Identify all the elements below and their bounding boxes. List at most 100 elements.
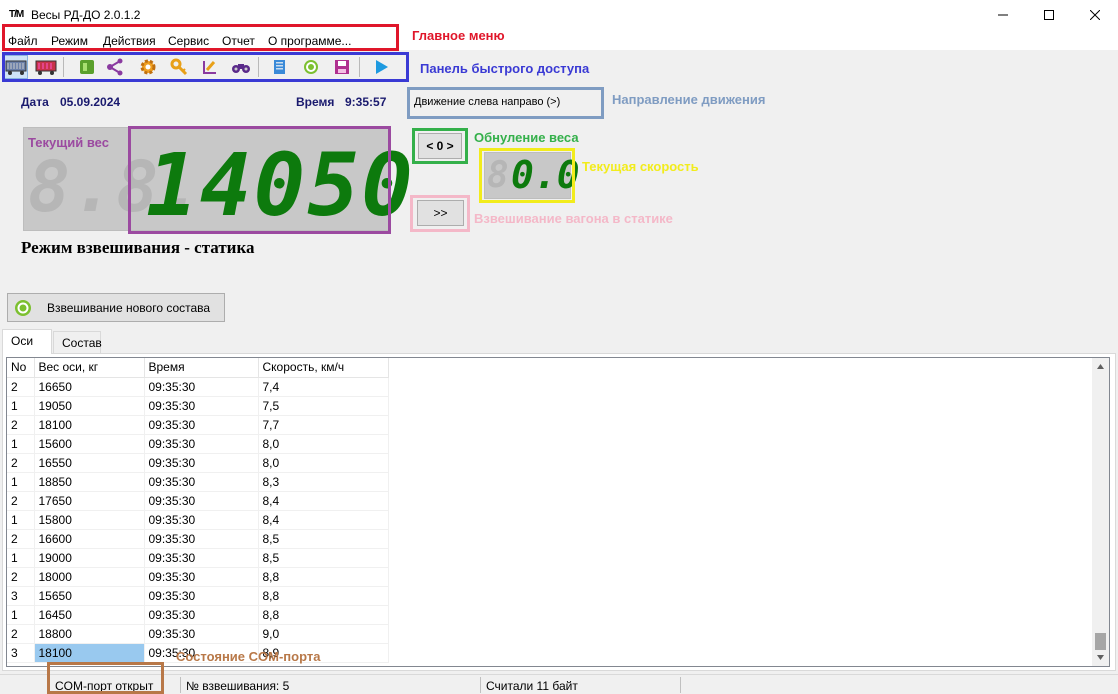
column-header-no[interactable]: No xyxy=(7,358,35,378)
table-cell[interactable]: 1 xyxy=(7,396,35,416)
table-row[interactable]: 2 18000 09:35:30 8,8 xyxy=(7,567,389,587)
table-cell[interactable]: 15600 xyxy=(34,434,145,454)
table-cell[interactable]: 3 xyxy=(7,643,35,663)
table-cell[interactable]: 8,8 xyxy=(258,586,389,606)
table-row[interactable]: 2 18800 09:35:30 9,0 xyxy=(7,624,389,644)
close-button[interactable] xyxy=(1072,0,1118,30)
table-cell[interactable]: 7,7 xyxy=(258,415,389,435)
table-row[interactable]: 1 16450 09:35:30 8,8 xyxy=(7,605,389,625)
tab-axles[interactable]: Оси xyxy=(2,329,52,354)
tab-train[interactable]: Состав xyxy=(53,331,102,353)
table-cell[interactable]: 17650 xyxy=(34,491,145,511)
table-cell[interactable]: 15800 xyxy=(34,510,145,530)
table-cell[interactable]: 19000 xyxy=(34,548,145,568)
table-cell[interactable]: 09:35:30 xyxy=(144,510,259,530)
table-row[interactable]: 2 17650 09:35:30 8,4 xyxy=(7,491,389,511)
status-separator xyxy=(180,677,181,693)
table-cell[interactable]: 18000 xyxy=(34,567,145,587)
table-row[interactable]: 1 15600 09:35:30 8,0 xyxy=(7,434,389,454)
table-cell[interactable]: 2 xyxy=(7,377,35,397)
table-cell[interactable]: 09:35:30 xyxy=(144,377,259,397)
status-bar: COM-порт открыт № взвешивания: 5 Считали… xyxy=(0,674,1118,694)
table-cell[interactable]: 09:35:30 xyxy=(144,472,259,492)
table-cell[interactable]: 09:35:30 xyxy=(144,586,259,606)
table-cell[interactable]: 09:35:30 xyxy=(144,491,259,511)
table-cell[interactable]: 7,5 xyxy=(258,396,389,416)
vertical-scrollbar[interactable] xyxy=(1092,358,1109,666)
table-cell[interactable]: 09:35:30 xyxy=(144,567,259,587)
table-cell[interactable]: 09:35:30 xyxy=(144,605,259,625)
weighing-mode-text: Режим взвешивания - статика xyxy=(21,238,255,257)
table-cell[interactable]: 18800 xyxy=(34,624,145,644)
column-header-axle-weight[interactable]: Вес оси, кг xyxy=(34,358,145,378)
table-cell[interactable]: 1 xyxy=(7,548,35,568)
window-title: Весы РД-ДО 2.0.1.2 xyxy=(31,8,141,22)
table-row[interactable]: 3 15650 09:35:30 8,8 xyxy=(7,586,389,606)
table-row[interactable]: 2 16600 09:35:30 8,5 xyxy=(7,529,389,549)
table-cell[interactable]: 7,4 xyxy=(258,377,389,397)
table-cell[interactable]: 09:35:30 xyxy=(144,396,259,416)
app-window: Т/М Весы РД-ДО 2.0.1.2 Файл Режим Действ… xyxy=(0,0,1118,694)
table-cell[interactable]: 09:35:30 xyxy=(144,624,259,644)
maximize-button[interactable] xyxy=(1026,0,1072,30)
column-header-time[interactable]: Время xyxy=(144,358,259,378)
date-label: Дата xyxy=(21,95,49,109)
table-row[interactable]: 1 15800 09:35:30 8,4 xyxy=(7,510,389,530)
table-cell[interactable]: 2 xyxy=(7,567,35,587)
table-cell[interactable]: 18100 xyxy=(34,415,145,435)
table-row[interactable]: 2 18100 09:35:30 7,7 xyxy=(7,415,389,435)
table-cell[interactable]: 2 xyxy=(7,415,35,435)
table-cell[interactable]: 18850 xyxy=(34,472,145,492)
table-cell[interactable]: 09:35:30 xyxy=(144,529,259,549)
table-cell[interactable]: 8,0 xyxy=(258,453,389,473)
table-cell[interactable]: 8,8 xyxy=(258,567,389,587)
table-cell[interactable]: 8,4 xyxy=(258,491,389,511)
table-cell[interactable]: 3 xyxy=(7,586,35,606)
weight-annotation: Текущий вес xyxy=(28,135,109,150)
table-row[interactable]: 1 18850 09:35:30 8,3 xyxy=(7,472,389,492)
table-cell[interactable]: 8,0 xyxy=(258,434,389,454)
table-row[interactable]: 2 16550 09:35:30 8,0 xyxy=(7,453,389,473)
table-row[interactable]: 1 19000 09:35:30 8,5 xyxy=(7,548,389,568)
table-cell[interactable]: 9,0 xyxy=(258,624,389,644)
table-cell[interactable]: 16600 xyxy=(34,529,145,549)
column-header-speed[interactable]: Скорость, км/ч xyxy=(258,358,389,378)
table-cell[interactable]: 15650 xyxy=(34,586,145,606)
date-value: 05.09.2024 xyxy=(60,95,121,109)
table-cell[interactable]: 1 xyxy=(7,434,35,454)
table-row[interactable]: 2 16650 09:35:30 7,4 xyxy=(7,377,389,397)
table-cell[interactable]: 16550 xyxy=(34,453,145,473)
weighing-number-status: № взвешивания: 5 xyxy=(186,679,290,693)
table-cell[interactable]: 8,4 xyxy=(258,510,389,530)
table-cell[interactable]: 8,3 xyxy=(258,472,389,492)
table-cell[interactable]: 2 xyxy=(7,624,35,644)
table-cell[interactable]: 09:35:30 xyxy=(144,415,259,435)
table-cell[interactable]: 09:35:30 xyxy=(144,548,259,568)
status-separator xyxy=(680,677,681,693)
table-cell[interactable]: 2 xyxy=(7,491,35,511)
table-cell[interactable]: 1 xyxy=(7,510,35,530)
minimize-button[interactable] xyxy=(980,0,1026,30)
new-train-weighing-button[interactable]: Взвешивание нового состава xyxy=(7,293,225,322)
speed-annotation-box xyxy=(479,148,575,203)
table-cell[interactable]: 18100 xyxy=(34,643,145,663)
scroll-thumb[interactable] xyxy=(1095,633,1106,650)
table-cell[interactable]: 09:35:30 xyxy=(144,434,259,454)
table-cell[interactable]: 1 xyxy=(7,605,35,625)
direction-annotation-box xyxy=(407,87,604,119)
table-cell[interactable]: 19050 xyxy=(34,396,145,416)
axles-grid: No Вес оси, кг Время Скорость, км/ч 2 166… xyxy=(7,358,389,663)
axles-table: No Вес оси, кг Время Скорость, км/ч 2 166… xyxy=(6,357,1110,667)
table-cell[interactable]: 2 xyxy=(7,529,35,549)
table-cell[interactable]: 2 xyxy=(7,453,35,473)
table-cell[interactable]: 16650 xyxy=(34,377,145,397)
app-icon: Т/М xyxy=(9,9,24,20)
table-cell[interactable]: 8,5 xyxy=(258,529,389,549)
table-cell[interactable]: 8,5 xyxy=(258,548,389,568)
direction-annotation: Направление движения xyxy=(612,92,766,107)
table-cell[interactable]: 16450 xyxy=(34,605,145,625)
table-row[interactable]: 1 19050 09:35:30 7,5 xyxy=(7,396,389,416)
table-cell[interactable]: 09:35:30 xyxy=(144,453,259,473)
table-cell[interactable]: 8,8 xyxy=(258,605,389,625)
table-cell[interactable]: 1 xyxy=(7,472,35,492)
